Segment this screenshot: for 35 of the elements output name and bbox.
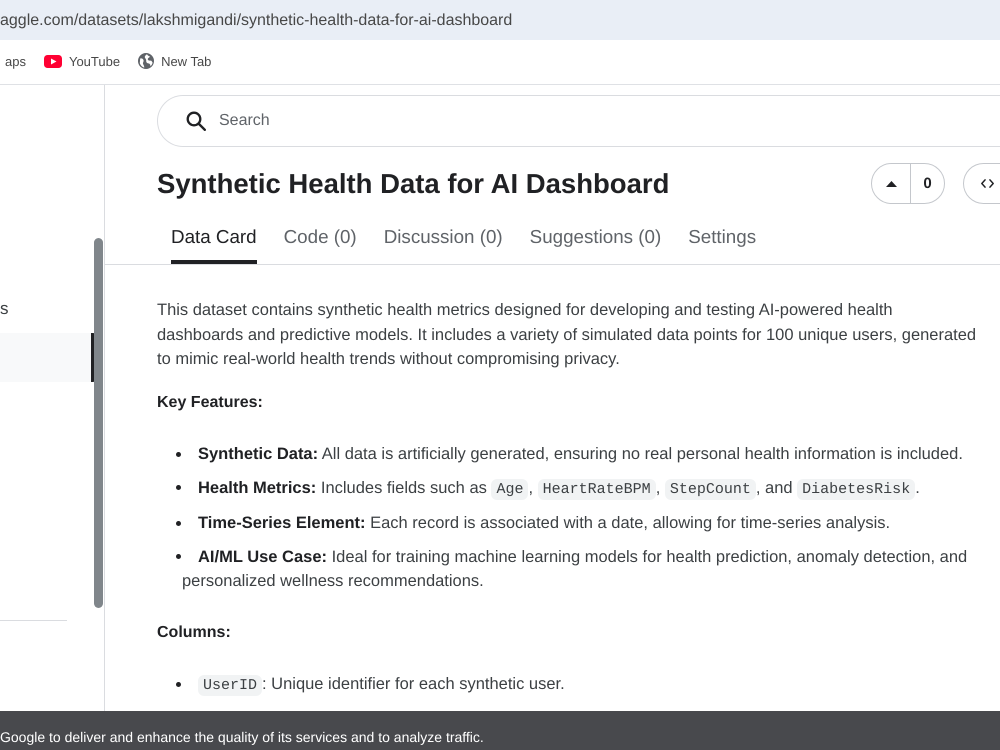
bullet-icon xyxy=(176,452,181,457)
bullet-icon xyxy=(176,520,181,526)
bullet-icon xyxy=(176,554,181,560)
search-field[interactable]: Search xyxy=(157,95,1000,147)
bullet-icon xyxy=(176,485,181,490)
tab[interactable]: Data Card xyxy=(171,225,257,264)
code-icon xyxy=(981,178,994,189)
search-icon xyxy=(186,111,206,131)
scrollbar-thumb[interactable] xyxy=(94,238,103,608)
list-item-text: Time-Series Element: Each record is associated with a date, allowing for time-series analysis. xyxy=(197,513,892,534)
tab[interactable]: Code (0) xyxy=(284,225,357,264)
sidebar-item[interactable]: s xyxy=(0,284,91,333)
upvote-button[interactable]: 0 xyxy=(871,163,945,204)
bookmark-link[interactable]: aps xyxy=(5,54,26,68)
code-button[interactable] xyxy=(963,163,1000,204)
tab[interactable]: Suggestions (0) xyxy=(530,225,662,264)
caret-up-icon xyxy=(886,180,896,186)
cookie-notice-text: Google to deliver and enhance the quality of its services and to analyze traffic. xyxy=(0,728,484,746)
globe-icon xyxy=(138,53,154,69)
bullet-icon xyxy=(176,682,181,687)
dataset-title: Synthetic Health Data for AI Dashboard xyxy=(157,168,670,200)
video-play-icon xyxy=(44,54,62,68)
sidebar-item[interactable] xyxy=(0,333,95,382)
list-item-text: AI/ML Use Case: Ideal for training machine learning models for health prediction, anomaly detection, and personalized wellness recommendations. xyxy=(182,546,968,592)
tab[interactable]: Discussion (0) xyxy=(384,225,503,264)
bookmark-link[interactable]: New Tab xyxy=(138,53,212,69)
section-heading: Key Features: xyxy=(157,392,264,412)
list-item-text: UserID : Unique identifier for each synthetic user. xyxy=(182,672,978,698)
list-item-text: Health Metrics: Includes fields such as Age , HeartRateBPM , StepCount , and DiabetesRisk . xyxy=(197,478,921,502)
list-item-text: Synthetic Data: All data is artificially generated, ensuring no real personal health information is included. xyxy=(197,444,964,465)
bookmark-link[interactable]: YouTube xyxy=(44,54,120,68)
address-bar[interactable]: aggle.com/datasets/lakshmigandi/synthetic-health-data-for-ai-dashboard xyxy=(0,0,1000,40)
description-text: This dataset contains synthetic health metrics designed for developing and testing AI-powered health dashboards and predictive models. It includes a variety of simulated data points for 100 unique users, generated to mimic real-world health trends without compromising privacy. xyxy=(157,300,978,370)
section-heading: Columns: xyxy=(157,622,232,642)
tab[interactable]: Settings xyxy=(688,225,756,264)
